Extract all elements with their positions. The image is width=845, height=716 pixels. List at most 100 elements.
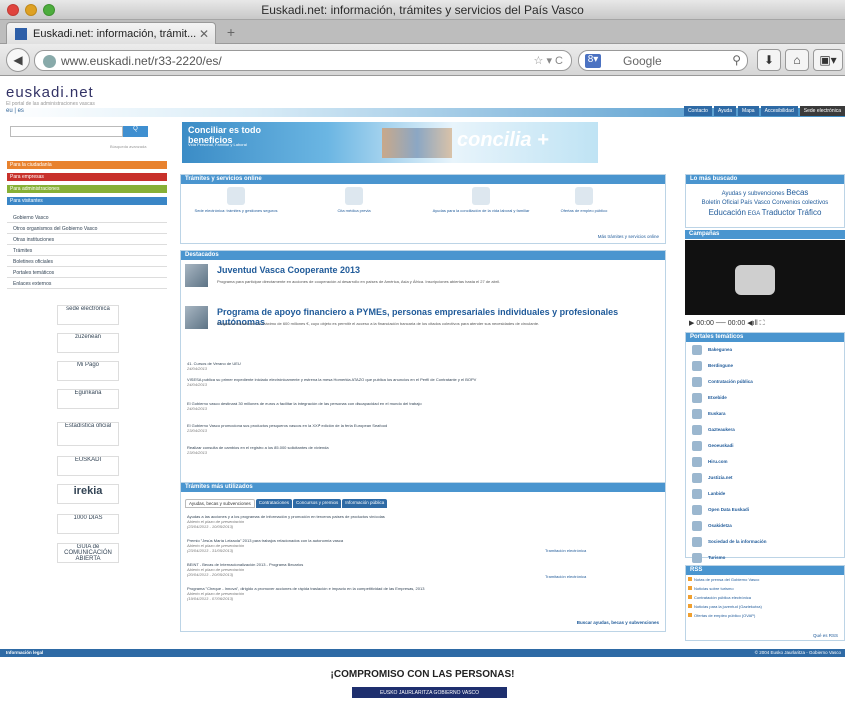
- tag-link[interactable]: Educación: [709, 208, 746, 217]
- tab-concursos[interactable]: Concursos y premios: [293, 499, 342, 508]
- portal-link[interactable]: Osakidetza: [686, 518, 844, 534]
- tramite-item[interactable]: Programa "Cheque - Innova", dirigido a p…: [187, 586, 537, 601]
- google-engine-icon[interactable]: 8▾: [585, 54, 601, 68]
- rss-link[interactable]: Ofertas de empleo público (OVAP): [686, 611, 844, 620]
- legal-link[interactable]: Información legal: [6, 650, 43, 655]
- mapa-link[interactable]: Mapa: [738, 106, 759, 116]
- mas-tramites-link[interactable]: Más trámites y servicios online: [598, 234, 659, 239]
- news-image[interactable]: [185, 264, 208, 287]
- cat-ciudadania[interactable]: Para la ciudadanía: [7, 161, 167, 169]
- address-bar[interactable]: www.euskadi.net/r33-2220/es/ ☆ ▾ C: [34, 50, 572, 71]
- menu-item[interactable]: Gobierno Vasco: [7, 212, 167, 223]
- bookmarks-menu-button[interactable]: ▣▾: [813, 49, 843, 71]
- cat-administraciones[interactable]: Para administraciones: [7, 185, 167, 193]
- contacto-link[interactable]: Contacto: [683, 106, 712, 116]
- portal-link[interactable]: Open Data Euskadi: [686, 502, 844, 518]
- portal-link[interactable]: Gazteaukera: [686, 422, 844, 438]
- bookmark-star-icon[interactable]: ☆ ▾ C: [534, 54, 563, 67]
- banner-egunkaria[interactable]: Egunkaria: [57, 389, 119, 409]
- cat-visitantes[interactable]: Para visitantes: [7, 197, 167, 205]
- tag-link[interactable]: Ayudas y subvenciones: [722, 191, 785, 197]
- tag-link[interactable]: Becas: [786, 188, 808, 197]
- tab-informacion[interactable]: Información pública: [342, 499, 388, 508]
- search-box[interactable]: 8▾ Google ⚲: [578, 50, 748, 71]
- portal-link[interactable]: Geoeuskadi: [686, 438, 844, 454]
- rss-link[interactable]: Noticias sobre turismo: [686, 584, 844, 593]
- tramitacion-electronica-button[interactable]: Tramitación electrónica: [545, 548, 586, 553]
- tag-link[interactable]: Traductor: [762, 208, 796, 217]
- svc-empleo[interactable]: Ofertas de empleo público: [541, 187, 627, 213]
- tramite-item[interactable]: Ayudas a las acciones y a los programas …: [187, 514, 537, 529]
- news-item-title[interactable]: Realizar consulta de cambios en el regis…: [187, 445, 329, 450]
- portal-link[interactable]: Euskara: [686, 406, 844, 422]
- volume-icon[interactable]: ◀ıll: [747, 320, 757, 327]
- seek-bar[interactable]: ──: [716, 320, 726, 327]
- banner-zuzenean[interactable]: zuzenean: [57, 333, 119, 353]
- buscar-ayudas-link[interactable]: Buscar ayudas, becas y subvenciones: [577, 620, 659, 625]
- portal-link[interactable]: Lanbide: [686, 486, 844, 502]
- tramite-item[interactable]: Premio "Jesús María Leizaola" 2013 para …: [187, 538, 537, 553]
- browser-tab[interactable]: Euskadi.net: información, trámit... ✕: [6, 22, 216, 44]
- banner-euskadi[interactable]: EUSKADI: [57, 456, 119, 476]
- video-player[interactable]: ▶ 00:00 ── 00:00 ◀ıll ⛶: [685, 240, 845, 333]
- gov-logo[interactable]: EUSKO JAURLARITZA GOBIERNO VASCO: [352, 687, 507, 698]
- language-switch[interactable]: eu | es: [6, 108, 24, 114]
- portal-link[interactable]: Hiru.com: [686, 454, 844, 470]
- banner-mipago[interactable]: Mi Pago: [57, 361, 119, 381]
- ayuda-link[interactable]: Ayuda: [713, 106, 737, 116]
- download-button[interactable]: ⬇: [757, 49, 781, 71]
- news-item-title[interactable]: El Gobierno vasco destinará 30 millones …: [187, 401, 422, 406]
- portal-link[interactable]: Contratación pública: [686, 374, 844, 390]
- tag-link[interactable]: EGA: [748, 211, 760, 217]
- home-button[interactable]: ⌂: [785, 49, 809, 71]
- play-overlay-icon[interactable]: [735, 265, 775, 295]
- news-title[interactable]: Juventud Vasca Cooperante 2013: [217, 265, 360, 275]
- menu-item[interactable]: Trámites: [7, 245, 167, 256]
- news-item-title[interactable]: VISESA publica su primer expediente inic…: [187, 377, 476, 382]
- menu-item[interactable]: Otros organismos del Gobierno Vasco: [7, 223, 167, 234]
- portal-link[interactable]: Turismo: [686, 550, 844, 566]
- svc-cita[interactable]: Cita médica previa: [311, 187, 397, 213]
- banner-guia[interactable]: GUÍA de COMUNICACIÓN ABIERTA: [57, 543, 119, 563]
- back-button[interactable]: ◀: [6, 48, 30, 72]
- fullscreen-icon[interactable]: ⛶: [760, 320, 765, 327]
- site-logo[interactable]: euskadi.net El portal de las administraci…: [6, 84, 95, 107]
- tag-link[interactable]: Boletín Oficial País Vasco: [702, 200, 771, 206]
- menu-item[interactable]: Otras instituciones: [7, 234, 167, 245]
- accesibilidad-link[interactable]: Accesibilidad: [760, 106, 798, 116]
- news-item[interactable]: El Gobierno vasco destinará 30 millones …: [187, 401, 657, 411]
- menu-item[interactable]: Boletines oficiales: [7, 256, 167, 267]
- play-icon[interactable]: ▶: [689, 320, 694, 327]
- que-es-rss-link[interactable]: Qué es RSS: [813, 633, 838, 638]
- search-icon[interactable]: ⚲: [732, 53, 741, 67]
- tramitacion-electronica-button[interactable]: Tramitación electrónica: [545, 574, 586, 579]
- rss-link[interactable]: Notas de prensa del Gobierno Vasco: [686, 575, 844, 584]
- news-item[interactable]: El Gobierno Vasco promociona sus product…: [187, 423, 657, 433]
- tag-link[interactable]: Convenios colectivos: [772, 200, 828, 206]
- news-item-title[interactable]: El Gobierno Vasco promociona sus product…: [187, 423, 387, 428]
- news-item[interactable]: VISESA publica su primer expediente inic…: [187, 377, 657, 387]
- svc-conciliacion[interactable]: Ayudas para la conciliación de la vida l…: [426, 187, 536, 213]
- rss-link[interactable]: Noticias para la juventud (Gaztekutxa): [686, 602, 844, 611]
- banner-estadistica[interactable]: Estadística oficial: [57, 422, 119, 446]
- site-search-button[interactable]: Q: [123, 126, 148, 137]
- tab-contrataciones[interactable]: Contrataciones: [255, 499, 292, 508]
- new-tab-button[interactable]: +: [220, 24, 242, 42]
- sede-electronica-link[interactable]: Sede electrónica: [799, 106, 845, 116]
- portal-link[interactable]: Bakeguneа: [686, 342, 844, 358]
- news-item[interactable]: 41. Cursos de Verano de UEU 24/04/2013: [187, 361, 657, 371]
- tag-link[interactable]: Tráfico: [797, 208, 821, 217]
- advanced-search-link[interactable]: Búsqueda avanzada: [110, 144, 146, 149]
- cat-empresas[interactable]: Para empresas: [7, 173, 167, 181]
- close-tab-icon[interactable]: ✕: [199, 27, 209, 41]
- portal-link[interactable]: Etxebide: [686, 390, 844, 406]
- menu-item[interactable]: Portales temáticos: [7, 267, 167, 278]
- menu-item[interactable]: Enlaces externos: [7, 278, 167, 289]
- tab-ayudas[interactable]: Ayudas, becas y subvenciones: [185, 499, 255, 508]
- svc-sede[interactable]: Sede electrónica: trámites y gestiones s…: [193, 187, 279, 213]
- portal-link[interactable]: Justizia.net: [686, 470, 844, 486]
- portal-link[interactable]: Sociedad de la información: [686, 534, 844, 550]
- banner-irekia[interactable]: irekia: [57, 484, 119, 504]
- news-image[interactable]: [185, 306, 208, 329]
- banner-1000dias[interactable]: 1000 DÍAS: [57, 514, 119, 534]
